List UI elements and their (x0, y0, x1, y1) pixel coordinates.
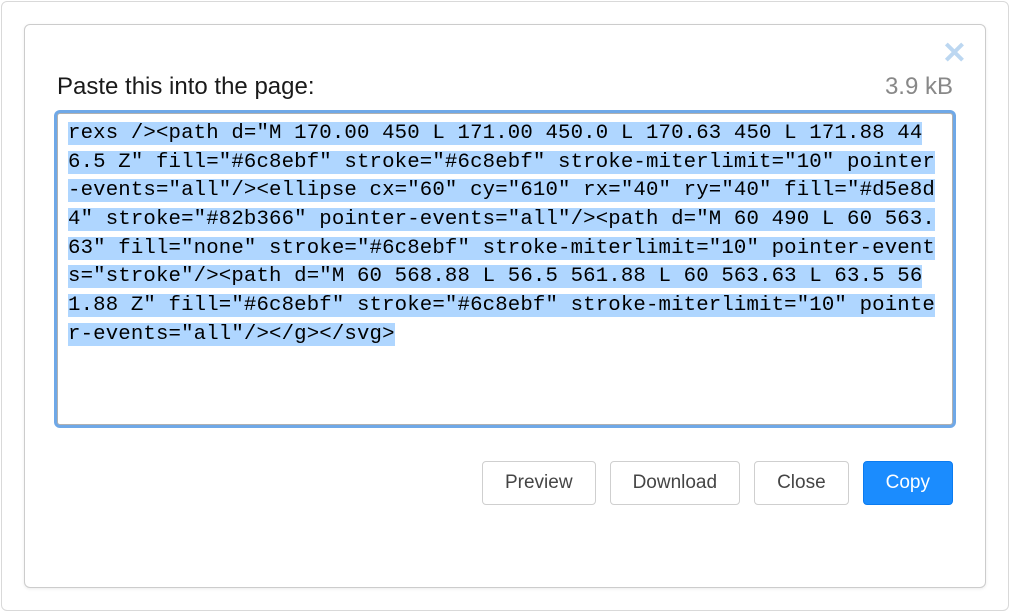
download-button[interactable]: Download (610, 461, 741, 505)
file-size-label: 3.9 kB (885, 73, 953, 101)
dialog-title: Paste this into the page: (57, 73, 315, 101)
close-icon[interactable]: ✕ (942, 39, 967, 69)
preview-button[interactable]: Preview (482, 461, 596, 505)
export-dialog: ✕ Paste this into the page: 3.9 kB rexs … (24, 24, 986, 588)
dialog-wrapper: ✕ Paste this into the page: 3.9 kB rexs … (1, 1, 1009, 611)
close-button[interactable]: Close (754, 461, 849, 505)
button-row: Preview Download Close Copy (25, 425, 985, 535)
dialog-header: Paste this into the page: 3.9 kB (25, 25, 985, 111)
code-area-wrapper: rexs /><path d="M 170.00 450 L 171.00 45… (57, 113, 953, 425)
code-textarea[interactable]: rexs /><path d="M 170.00 450 L 171.00 45… (57, 113, 953, 425)
copy-button[interactable]: Copy (863, 461, 953, 505)
